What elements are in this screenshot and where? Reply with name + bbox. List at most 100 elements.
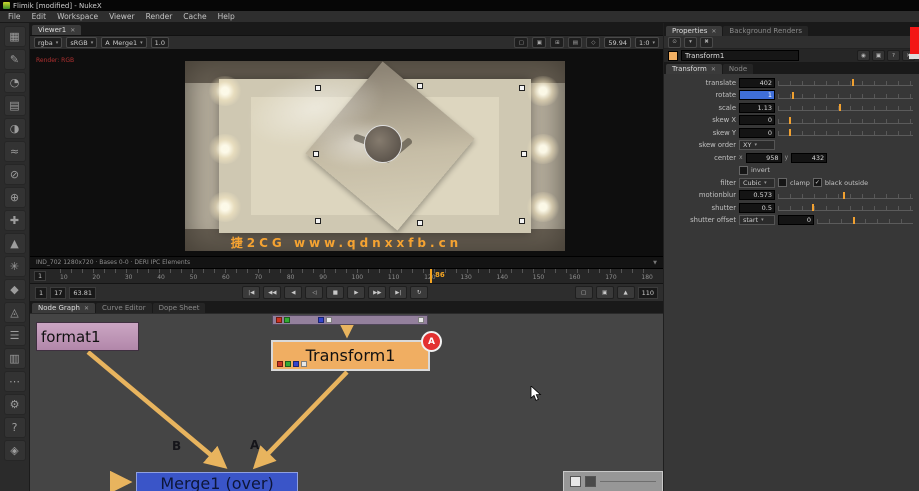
go-start-button[interactable]: |◀ <box>242 286 260 299</box>
float-panel-icon[interactable]: ▣ <box>872 50 885 61</box>
slider-handle[interactable] <box>812 204 814 211</box>
close-icon[interactable]: ✕ <box>70 27 75 34</box>
param-value-field[interactable]: 0 <box>739 115 775 125</box>
frame-range-icon[interactable]: ▣ <box>596 286 614 299</box>
slider-handle[interactable] <box>839 104 841 111</box>
viewer-toolbar-icon-3[interactable]: ▤ <box>568 37 582 48</box>
param-value-field[interactable]: 0.573 <box>739 190 775 200</box>
help-icon[interactable]: ? <box>887 50 900 61</box>
properties-tab-properties[interactable]: Properties✕ <box>666 26 722 36</box>
chevron-down-icon[interactable]: ▼ <box>653 260 657 266</box>
param-slider[interactable] <box>778 116 913 125</box>
viewer-toolbar-icon-0[interactable]: ▢ <box>514 37 528 48</box>
particles-icon[interactable]: ✳ <box>4 256 26 277</box>
param-value-field[interactable]: 1 <box>739 90 775 100</box>
menu-workspace[interactable]: Workspace <box>57 12 98 21</box>
gain-field[interactable]: 1.0 <box>151 37 169 48</box>
transform-handle[interactable] <box>519 85 525 91</box>
menu-edit[interactable]: Edit <box>32 12 47 21</box>
center-node-icon[interactable]: ◉ <box>857 50 870 61</box>
param-slider[interactable] <box>778 78 913 87</box>
node-color-chip[interactable] <box>668 51 678 61</box>
step-forward-button[interactable]: ▶▶ <box>368 286 386 299</box>
metadata-icon[interactable]: ☰ <box>4 325 26 346</box>
playhead[interactable] <box>430 269 432 283</box>
other-icon[interactable]: ⋯ <box>4 371 26 392</box>
help-icon[interactable]: ? <box>4 417 26 438</box>
fps-field[interactable]: 59.94 <box>604 37 631 48</box>
go-end-button[interactable]: ▶| <box>389 286 407 299</box>
transform-icon[interactable]: ✚ <box>4 210 26 231</box>
pin-icon[interactable]: ⊙ <box>668 37 681 48</box>
zoom-select[interactable]: 1:0▾ <box>635 37 659 48</box>
param-dropdown[interactable]: start▾ <box>739 215 775 225</box>
toolsets-icon[interactable]: ▥ <box>4 348 26 369</box>
node-merge1[interactable]: Merge1 (over) <box>136 472 298 491</box>
timeline-ruler[interactable]: 1 10203040506070809010011012013014015016… <box>30 268 663 283</box>
slider-handle[interactable] <box>853 217 855 224</box>
slider-handle[interactable] <box>792 92 794 99</box>
properties-tab-background-renders[interactable]: Background Renders <box>723 26 808 36</box>
nodegraph-tab-dope-sheet[interactable]: Dope Sheet <box>153 303 206 313</box>
param-slider[interactable] <box>778 91 913 100</box>
nodegraph-tab-curve-editor[interactable]: Curve Editor <box>96 303 152 313</box>
play-forward-button[interactable]: ▶ <box>347 286 365 299</box>
image-icon[interactable]: ▦ <box>4 26 26 47</box>
transform-handle[interactable] <box>519 218 525 224</box>
transport-right-field-0[interactable]: 110 <box>638 287 658 299</box>
filter-icon[interactable]: ≈ <box>4 141 26 162</box>
range-lock-icon[interactable]: ▢ <box>575 286 593 299</box>
channel-icon[interactable]: ▤ <box>4 95 26 116</box>
step-back-button[interactable]: ◀ <box>284 286 302 299</box>
transport-field-0[interactable]: 1 <box>35 287 47 299</box>
menu-help[interactable]: Help <box>218 12 235 21</box>
param-tab-transform[interactable]: Transform✕ <box>666 64 722 74</box>
transport-field-1[interactable]: 17 <box>50 287 66 299</box>
expand-all-icon[interactable]: ▾ <box>684 37 697 48</box>
viewer-select-rgba[interactable]: rgba▾ <box>34 37 62 48</box>
param-value-field[interactable]: 1.13 <box>739 103 775 113</box>
viewer-toolbar-icon-2[interactable]: ⊞ <box>550 37 564 48</box>
param-slider[interactable] <box>778 203 913 212</box>
viewer-input-select[interactable]: AMerge1▾ <box>101 37 146 48</box>
transform-handle[interactable] <box>417 83 423 89</box>
menu-cache[interactable]: Cache <box>183 12 206 21</box>
param-value-field[interactable]: 0.5 <box>739 203 775 213</box>
viewer-stage[interactable]: Render: RGB <box>30 49 663 256</box>
prev-keyframe-button[interactable]: ◀◀ <box>263 286 281 299</box>
node-channels-bar[interactable] <box>272 315 428 325</box>
slider-handle[interactable] <box>789 117 791 124</box>
slider-handle[interactable] <box>789 129 791 136</box>
views-icon[interactable]: ◬ <box>4 302 26 323</box>
param-value-field[interactable]: 402 <box>739 78 775 88</box>
transform-handle[interactable] <box>417 220 423 226</box>
param-tab-node[interactable]: Node <box>723 64 753 74</box>
color-icon[interactable]: ◑ <box>4 118 26 139</box>
draw-icon[interactable]: ✎ <box>4 49 26 70</box>
keyer-icon[interactable]: ⊘ <box>4 164 26 185</box>
node-format1[interactable]: format1 <box>36 322 139 351</box>
play-backward-button[interactable]: ◁ <box>305 286 323 299</box>
nodegraph-tab-node-graph[interactable]: Node Graph✕ <box>32 303 95 313</box>
menu-viewer[interactable]: Viewer <box>109 12 135 21</box>
transform-handle[interactable] <box>315 85 321 91</box>
deep-icon[interactable]: ◆ <box>4 279 26 300</box>
tab-viewer1[interactable]: Viewer1 ✕ <box>32 25 81 35</box>
param-value-field[interactable]: 432 <box>791 153 827 163</box>
transform-handle[interactable] <box>313 151 319 157</box>
param-slider[interactable] <box>778 191 913 200</box>
menu-render[interactable]: Render <box>146 12 173 21</box>
close-icon[interactable]: ✕ <box>711 66 716 73</box>
fps-indicator-icon[interactable]: ▲ <box>617 286 635 299</box>
close-icon[interactable]: ✕ <box>84 305 89 312</box>
viewer-select-srgb[interactable]: sRGB▾ <box>66 37 97 48</box>
time-icon[interactable]: ◔ <box>4 72 26 93</box>
node-graph-canvas[interactable]: format1 Transform1 A B A Merge1 (over) <box>30 313 663 491</box>
transform-handle[interactable] <box>521 151 527 157</box>
transport-field-2[interactable]: 63.81 <box>69 287 96 299</box>
extra-icon[interactable]: ◈ <box>4 440 26 461</box>
menu-file[interactable]: File <box>8 12 21 21</box>
param-value-field[interactable]: 0 <box>739 128 775 138</box>
param-checkbox[interactable] <box>778 178 787 187</box>
merge-icon[interactable]: ⊕ <box>4 187 26 208</box>
